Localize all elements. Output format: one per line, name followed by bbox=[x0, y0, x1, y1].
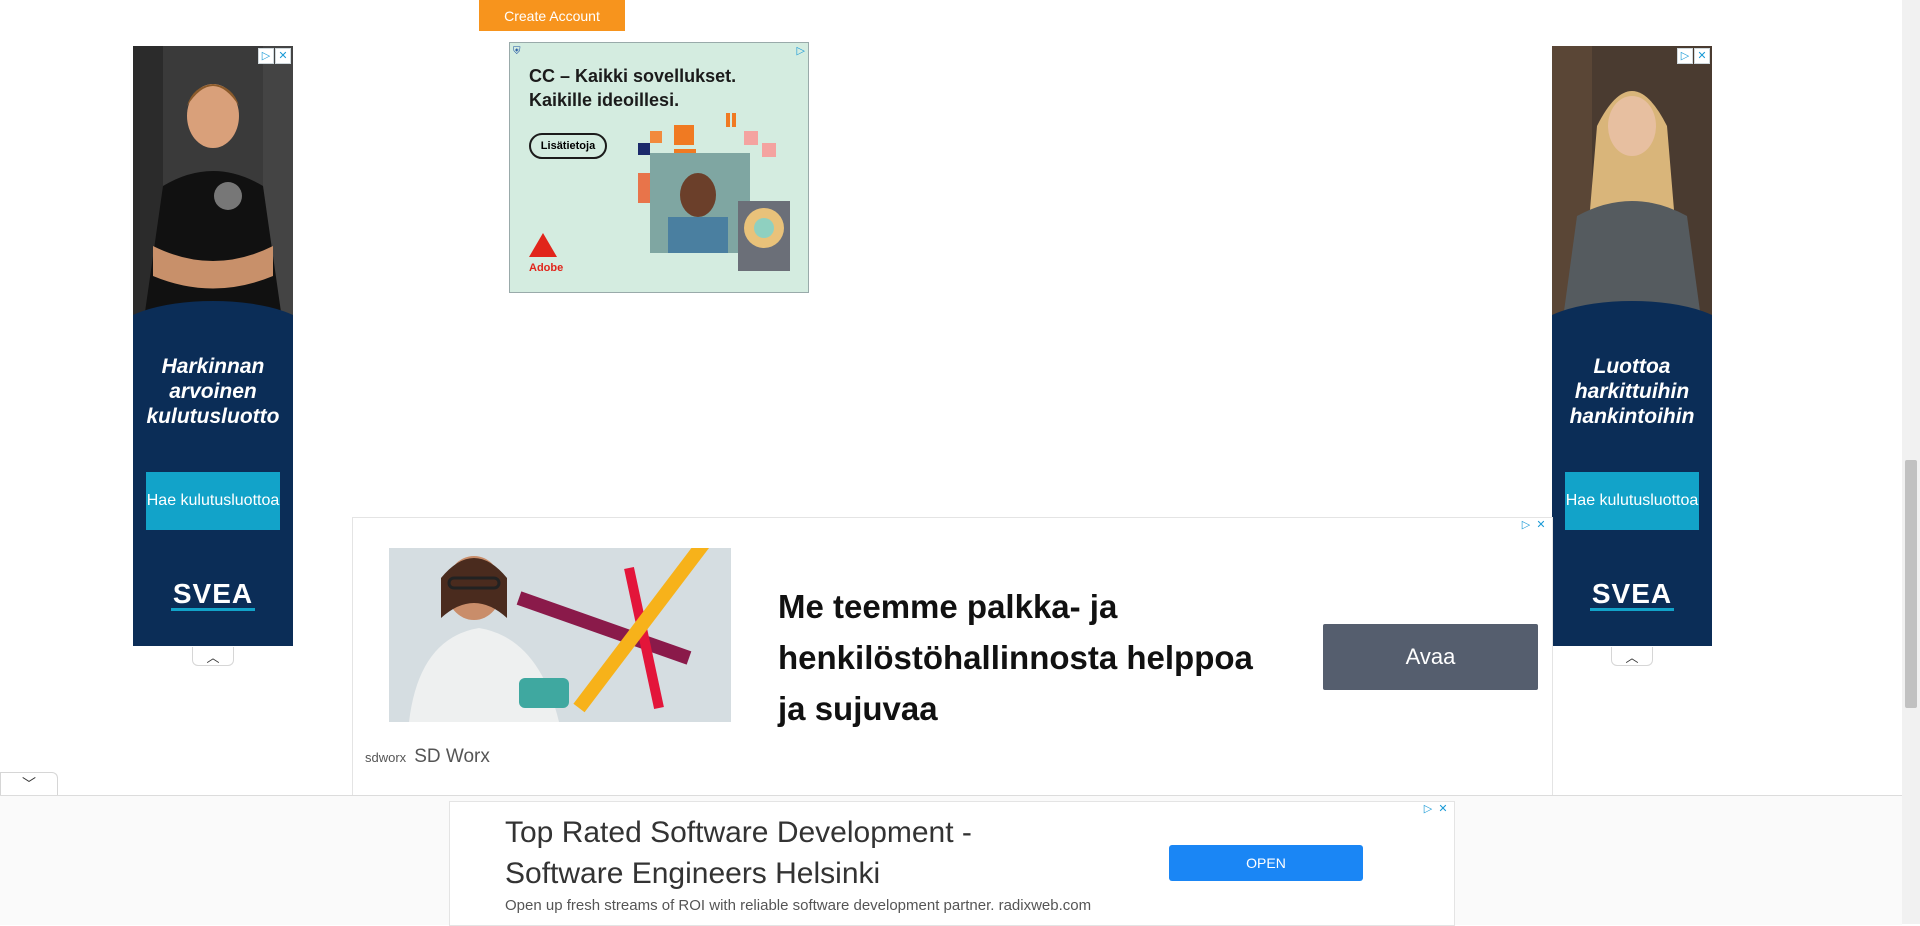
close-icon[interactable]: ✕ bbox=[1534, 518, 1548, 532]
open-button[interactable]: OPEN bbox=[1169, 845, 1363, 881]
ad-choices[interactable]: ▷ ✕ bbox=[1519, 518, 1548, 532]
svea-logo: SVEA bbox=[1591, 578, 1673, 609]
adchoices-icon[interactable]: ▷ bbox=[1519, 518, 1533, 532]
close-icon[interactable]: ✕ bbox=[275, 48, 291, 64]
chevron-up-icon: ︿ bbox=[206, 649, 220, 665]
collapse-left-ad-button[interactable]: ︿ bbox=[192, 647, 234, 666]
advertiser-name: SD Worx bbox=[414, 746, 490, 767]
ad-description: Open up fresh streams of ROI with reliab… bbox=[505, 897, 1092, 914]
right-skyscraper-ad[interactable]: Luottoa harkittuihin hankintoihin Hae ku… bbox=[1552, 46, 1712, 646]
sdworx-ad[interactable]: ▷ ✕ Me teemme palkka- ja henkilöstöhalli… bbox=[352, 517, 1553, 797]
chevron-down-icon: ﹀ bbox=[22, 776, 36, 792]
adobe-logo bbox=[529, 233, 557, 257]
adobe-ad[interactable]: ⛨ ▷ CC – Kaikki sovellukset. Kaikille id… bbox=[509, 42, 809, 293]
collapse-bottom-ad-button[interactable]: ﹀ bbox=[0, 772, 58, 795]
adchoices-icon[interactable]: ▷ bbox=[797, 44, 805, 57]
ad-headline[interactable]: Top Rated Software Development - Softwar… bbox=[505, 812, 1065, 894]
ad-title-line: CC – Kaikki sovellukset. bbox=[529, 66, 737, 86]
ad-headline: Me teemme palkka- ja henkilöstöhallinnos… bbox=[778, 588, 1253, 727]
open-button[interactable]: Avaa bbox=[1323, 624, 1538, 690]
learn-more-button[interactable]: Lisätietoja bbox=[529, 133, 607, 159]
close-icon[interactable]: ✕ bbox=[1694, 48, 1710, 64]
ad-photo-man bbox=[133, 46, 293, 326]
adchoices-icon[interactable]: ▷ bbox=[258, 48, 274, 64]
logo-underline bbox=[171, 608, 255, 611]
bottom-text-ad[interactable]: ▷ ✕ Top Rated Software Development - Sof… bbox=[449, 801, 1455, 926]
sdworx-logo: sdworx bbox=[365, 749, 407, 765]
ad-photo-woman bbox=[1552, 46, 1712, 326]
advertiser-brand: sdworx SD Worx bbox=[365, 746, 490, 768]
ad-cta-button[interactable]: Hae kulutusluottoa bbox=[146, 472, 280, 530]
ad-photo-woman-laughing bbox=[389, 548, 731, 722]
ad-choices[interactable]: ▷ ✕ bbox=[258, 48, 291, 64]
svea-logo: SVEA bbox=[172, 578, 254, 609]
close-icon[interactable]: ✕ bbox=[1436, 802, 1450, 816]
adchoices-icon[interactable]: ▷ bbox=[1677, 48, 1693, 64]
ad-collage-image bbox=[638, 113, 790, 271]
create-account-button[interactable]: Create Account bbox=[479, 0, 625, 31]
collapse-right-ad-button[interactable]: ︿ bbox=[1611, 647, 1653, 666]
ad-title: CC – Kaikki sovellukset. Kaikille ideoil… bbox=[529, 64, 736, 112]
ad-choices[interactable]: ▷ ✕ bbox=[1677, 48, 1710, 64]
scrollbar-thumb[interactable] bbox=[1905, 460, 1917, 708]
ad-headline: Luottoa harkittuihin hankintoihin bbox=[1569, 355, 1695, 428]
chevron-up-icon: ︿ bbox=[1625, 649, 1639, 665]
ad-cta-button[interactable]: Hae kulutusluottoa bbox=[1565, 472, 1699, 530]
ad-choices[interactable]: ▷ ✕ bbox=[1421, 802, 1450, 816]
shield-icon: ⛨ bbox=[513, 46, 521, 57]
ad-headline: Harkinnan arvoinen kulutusluotto bbox=[146, 355, 280, 428]
left-skyscraper-ad[interactable]: Harkinnan arvoinen kulutusluotto Hae kul… bbox=[133, 46, 293, 646]
adobe-wordmark: Adobe bbox=[529, 262, 564, 274]
ad-title-line: Kaikille ideoillesi. bbox=[529, 90, 680, 110]
adchoices-icon[interactable]: ▷ bbox=[1421, 802, 1435, 816]
logo-underline bbox=[1590, 608, 1674, 611]
